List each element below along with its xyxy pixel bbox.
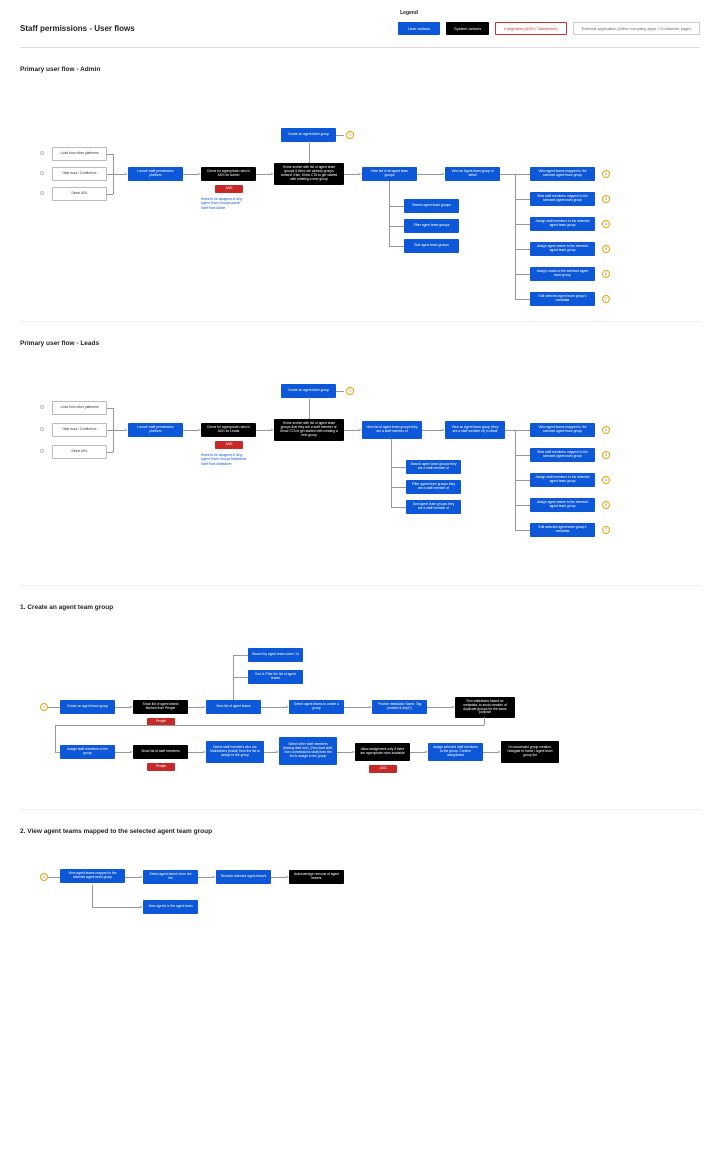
node-search: Search by agent team name / id bbox=[248, 648, 303, 662]
node-r6: Edit selected agent team group's metadat… bbox=[530, 292, 595, 306]
ref-1: 1 bbox=[40, 703, 48, 711]
ref-2: 2 bbox=[602, 170, 610, 178]
ref-5: 5 bbox=[602, 501, 610, 509]
ref-6: 6 bbox=[602, 270, 610, 278]
ref-2: 2 bbox=[40, 873, 48, 881]
node-validate: Run validations based on metadata, to av… bbox=[455, 697, 515, 718]
node-selectstaff: Select staff members who are Maintainers… bbox=[206, 741, 264, 763]
section-create: 1. Create an agent team group 1 Create a… bbox=[20, 586, 700, 810]
entry-links: Links from other platforms bbox=[52, 147, 107, 161]
legend-user: User actions bbox=[398, 22, 440, 35]
node-launch: Launch staff permissions platform bbox=[128, 167, 183, 181]
node-start: Create an agent team group bbox=[60, 700, 115, 714]
node-search: Search agent team groups they are a staf… bbox=[406, 460, 461, 474]
node-asg: ASG bbox=[215, 185, 243, 193]
node-viewagents: View agents in the agent team bbox=[143, 900, 198, 914]
ref-3: 3 bbox=[602, 451, 610, 459]
note-roles: Roles to be assigned in a2g: Agent Team … bbox=[201, 197, 261, 210]
node-viewlist: View list of agent teams bbox=[206, 700, 261, 714]
node-allow: Allow assignment only if there are appro… bbox=[355, 743, 410, 761]
section-title: 1. Create an agent team group bbox=[20, 604, 700, 611]
node-create: Create an agent team group bbox=[281, 384, 336, 398]
node-home: Home screen with list of agent team grou… bbox=[274, 163, 344, 185]
node-r2: View staff members mapped to the selecte… bbox=[530, 448, 595, 462]
node-r4: Assign agent teams to the selected agent… bbox=[530, 242, 595, 256]
node-confirm: Assign selected staff members to the gro… bbox=[428, 743, 483, 761]
node-r5: Edit selected agent team group's metadat… bbox=[530, 523, 595, 537]
legend-integration: Integration (ASG / Salesforce) bbox=[495, 22, 566, 35]
node-viewlist: View list of agent team groups they are … bbox=[362, 421, 422, 439]
ref-1: 1 bbox=[346, 387, 354, 395]
page-title: Staff permissions - User flows bbox=[20, 24, 135, 33]
node-create: Create an agent team group bbox=[281, 128, 336, 142]
ref-4: 4 bbox=[602, 476, 610, 484]
node-viewdetail: View an Agent team group in detail bbox=[445, 167, 500, 181]
legend-system: System actions bbox=[446, 22, 489, 35]
node-sortfilter: Sort & Filter the list of agent teams bbox=[248, 670, 303, 684]
section-admin: Primary user flow - Admin Links from oth… bbox=[20, 48, 700, 322]
node-r2: View staff members mapped to the selecte… bbox=[530, 192, 595, 206]
node-selectother: Select other staff members (having staff… bbox=[279, 737, 337, 765]
node-ack: Acknowledge removal of agent team/s bbox=[289, 870, 344, 884]
node-filter: Filter agent team groups they are a staf… bbox=[406, 480, 461, 494]
node-success: On successful group creation, Navigate t… bbox=[501, 741, 559, 763]
node-home: Home screen with list of agent team grou… bbox=[274, 419, 344, 441]
node-sort: Sort agent team groups they are a staff … bbox=[406, 500, 461, 514]
ref-3: 3 bbox=[602, 195, 610, 203]
node-r1: View agent teams mapped to the selected … bbox=[530, 167, 595, 181]
ref-5: 5 bbox=[602, 245, 610, 253]
node-select: Select agent team/s from the list bbox=[143, 870, 198, 884]
node-search: Search agent team groups bbox=[404, 199, 459, 213]
node-check: Check for appropriate roles in ASG for A… bbox=[201, 167, 256, 181]
entry-dot bbox=[40, 171, 44, 175]
entry-dot bbox=[40, 427, 44, 431]
node-launch: Launch staff permissions platform bbox=[128, 423, 183, 437]
legend-title: Legend bbox=[400, 10, 700, 16]
node-r3: Assign staff members to the selected age… bbox=[530, 473, 595, 487]
node-assign: Assign staff members to the group bbox=[60, 745, 115, 759]
node-remove: Remove selected agent team/s bbox=[216, 870, 271, 884]
ref-7: 7 bbox=[602, 526, 610, 534]
node-asg: ASG bbox=[215, 441, 243, 449]
node-select: Select agent teams to create a group bbox=[289, 700, 344, 714]
legend-external: External application (Other company apps… bbox=[573, 22, 700, 35]
node-check: Check for appropriate roles in ASG for L… bbox=[201, 423, 256, 437]
header: Staff permissions - User flows Legend Us… bbox=[20, 10, 700, 48]
node-r3: Assign staff members to the selected age… bbox=[530, 217, 595, 231]
section-title: Primary user flow - Admin bbox=[20, 66, 700, 73]
node-metadata: Provide metadata: Name, Tag (market & de… bbox=[372, 700, 427, 714]
ref-4: 4 bbox=[602, 220, 610, 228]
entry-help: Help docs / Confluence bbox=[52, 167, 107, 181]
entry-help: Help docs / Confluence bbox=[52, 423, 107, 437]
section-leads: Primary user flow - Leads Links from oth… bbox=[20, 322, 700, 586]
section-title: Primary user flow - Leads bbox=[20, 340, 700, 347]
node-r1: View agent teams mapped to the selected … bbox=[530, 423, 595, 437]
node-showlist: Show list of agent teams fetched from Pe… bbox=[133, 700, 188, 714]
entry-dot bbox=[40, 151, 44, 155]
node-viewlist: View list of all agent team groups bbox=[362, 167, 417, 181]
node-sort: Sort agent team groups bbox=[404, 239, 459, 253]
node-start: View agent teams mapped to the selected … bbox=[60, 869, 125, 883]
node-people: People bbox=[147, 763, 175, 771]
note-roles: Roles to be assigned in a2g: Agent Team … bbox=[201, 453, 261, 466]
node-asg: ASG bbox=[369, 765, 397, 773]
section-title: 2. View agent teams mapped to the select… bbox=[20, 828, 700, 835]
entry-dot bbox=[40, 449, 44, 453]
entry-dot bbox=[40, 191, 44, 195]
legend: Legend User actions System actions Integ… bbox=[398, 10, 700, 35]
ref-1: 1 bbox=[346, 131, 354, 139]
node-r4: Assign agent teams to the selected agent… bbox=[530, 498, 595, 512]
entry-links: Links from other platforms bbox=[52, 401, 107, 415]
entry-dot bbox=[40, 405, 44, 409]
node-filter: Filter agent team groups bbox=[404, 219, 459, 233]
node-viewdetail: View an Agent team group (they are a sta… bbox=[445, 421, 505, 439]
node-r5: Assign Leads to the selected agent team … bbox=[530, 267, 595, 281]
section-view: 2. View agent teams mapped to the select… bbox=[20, 810, 700, 1023]
ref-7: 7 bbox=[602, 295, 610, 303]
entry-url: Direct URL bbox=[52, 445, 107, 459]
entry-url: Direct URL bbox=[52, 187, 107, 201]
node-showstaff: Show list of staff members bbox=[133, 745, 188, 759]
ref-2: 2 bbox=[602, 426, 610, 434]
